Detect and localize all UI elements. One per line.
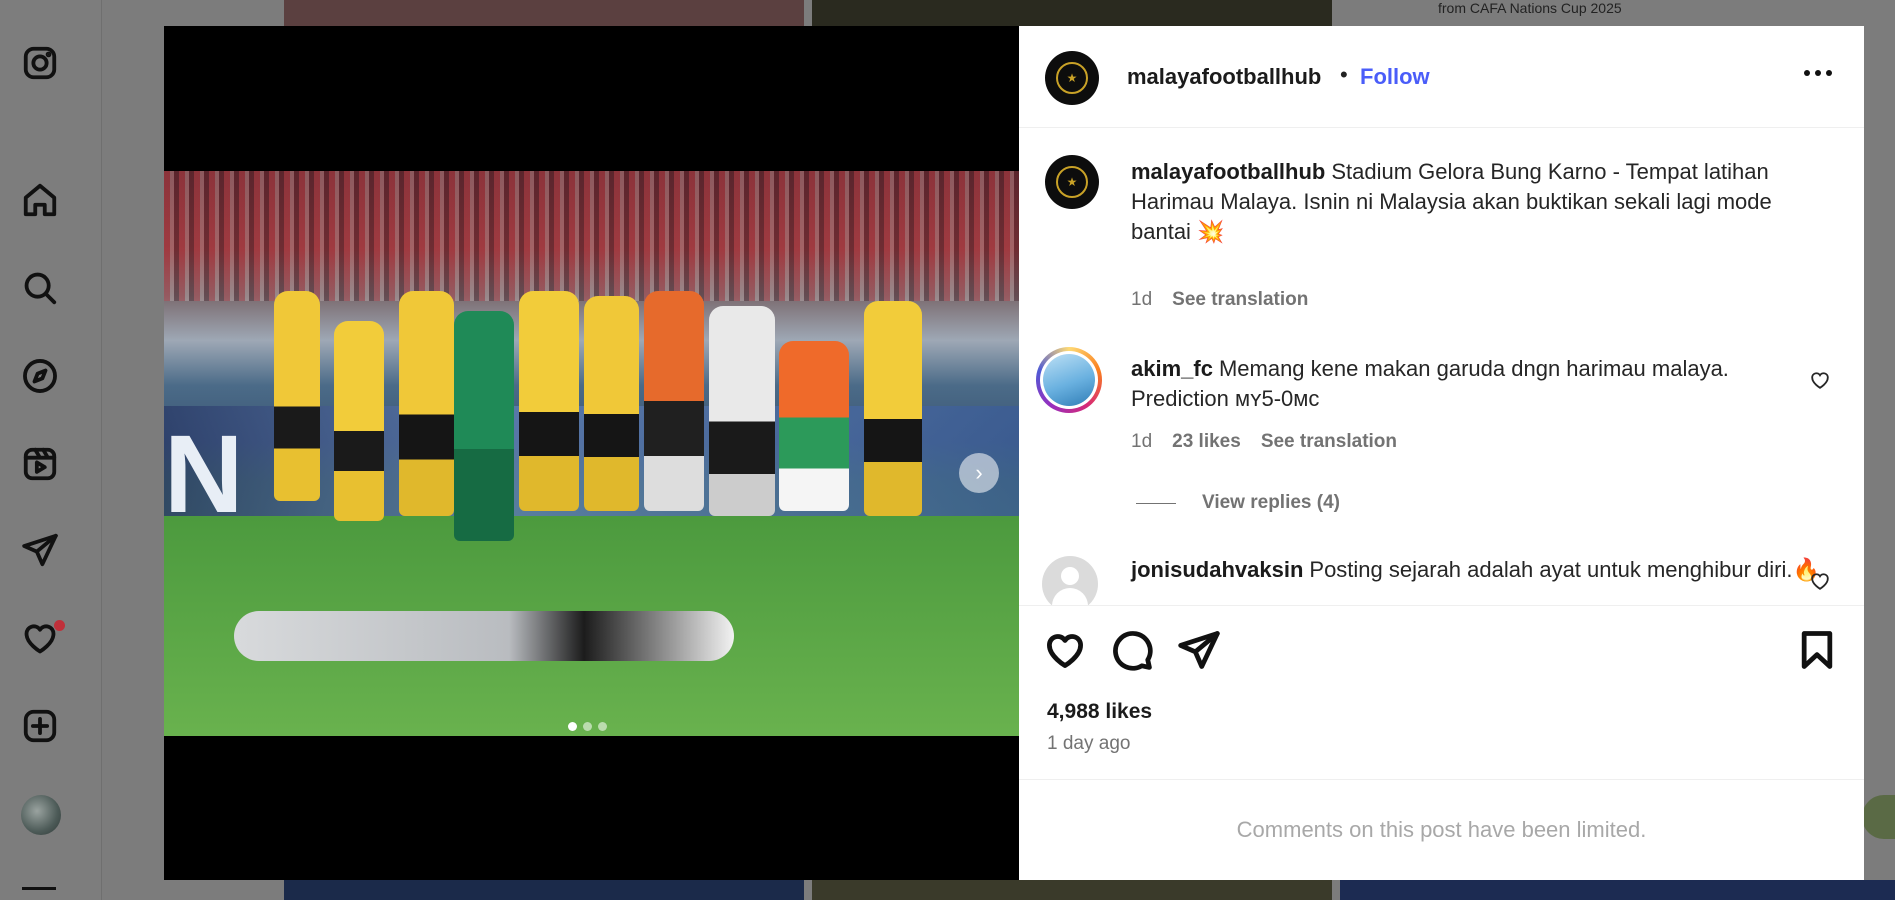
messages-icon[interactable] xyxy=(20,530,60,570)
comments-list: ★ malayafootballhub Stadium Gelora Bung K… xyxy=(1019,129,1864,605)
photo-figure xyxy=(864,301,922,516)
left-nav-rail xyxy=(0,0,102,900)
view-replies-button[interactable]: View replies (4) xyxy=(1136,492,1340,514)
comment-like-icon[interactable] xyxy=(1809,570,1831,592)
caption-avatar[interactable]: ★ xyxy=(1045,155,1099,209)
comment-username[interactable]: akim_fc xyxy=(1131,356,1213,381)
photo-crowd xyxy=(164,171,1019,301)
photo-figure xyxy=(779,341,849,511)
photo-figure xyxy=(454,311,514,541)
comment-text: Memang kene makan garuda dngn harimau ma… xyxy=(1131,356,1729,411)
photo-figure xyxy=(519,291,579,511)
carousel-dot xyxy=(598,722,607,731)
more-options-icon[interactable] xyxy=(1804,70,1832,76)
background-avatar xyxy=(1862,795,1895,839)
replies-divider xyxy=(1136,502,1176,504)
post-photo[interactable]: N › xyxy=(164,171,1019,736)
comment-likes[interactable]: 23 likes xyxy=(1172,431,1241,453)
comments-limited-notice: Comments on this post have been limited. xyxy=(1019,779,1864,880)
photo-figure xyxy=(644,291,704,511)
instagram-icon[interactable] xyxy=(20,43,60,83)
comment-like-icon[interactable] xyxy=(1809,369,1831,391)
carousel-next-button[interactable]: › xyxy=(959,453,999,493)
likes-count[interactable]: 4,988 likes xyxy=(1047,700,1152,724)
caption-time[interactable]: 1d xyxy=(1131,289,1152,311)
background-tile xyxy=(812,0,1332,26)
caption-text-block: malayafootballhub Stadium Gelora Bung Kar… xyxy=(1131,157,1821,247)
post-actions: 4,988 likes 1 day ago xyxy=(1019,605,1864,779)
comment-text-block: jonisudahvaksin Posting sejarah adalah ay… xyxy=(1131,555,1821,585)
header-separator: • xyxy=(1340,62,1348,87)
save-bookmark-icon[interactable] xyxy=(1795,628,1839,672)
comment-see-translation[interactable]: See translation xyxy=(1261,431,1397,453)
comment-avatar[interactable] xyxy=(1036,347,1102,413)
comment-username[interactable]: jonisudahvaksin xyxy=(1131,557,1303,582)
comment-meta: 1d 23 likes See translation xyxy=(1131,431,1397,453)
author-logo-icon: ★ xyxy=(1055,165,1089,199)
photo-figure xyxy=(274,291,320,501)
background-caption: from CAFA Nations Cup 2025 xyxy=(1438,0,1622,16)
comment-avatar-default[interactable] xyxy=(1042,556,1098,605)
comment-text: Posting sejarah adalah ayat untuk menghi… xyxy=(1309,557,1820,582)
carousel-dot xyxy=(568,722,577,731)
photo-figure xyxy=(234,611,734,661)
caption-see-translation[interactable]: See translation xyxy=(1172,289,1308,311)
author-logo-icon: ★ xyxy=(1055,61,1089,95)
comment-text-block: akim_fc Memang kene makan garuda dngn har… xyxy=(1131,354,1821,414)
author-avatar[interactable]: ★ xyxy=(1045,51,1099,105)
notification-dot xyxy=(54,620,65,631)
caption-username[interactable]: malayafootballhub xyxy=(1131,159,1325,184)
more-icon[interactable] xyxy=(22,887,56,890)
post-modal: N › ★ malayafootballhub • Follow ★ malay… xyxy=(164,26,1864,880)
post-header: ★ malayafootballhub • Follow xyxy=(1019,26,1864,128)
carousel-dots xyxy=(568,722,607,731)
post-details-panel: ★ malayafootballhub • Follow ★ malayafoo… xyxy=(1019,26,1864,880)
search-icon[interactable] xyxy=(20,268,60,308)
view-replies-label: View replies (4) xyxy=(1202,492,1340,513)
background-tile xyxy=(284,0,804,26)
background-tile xyxy=(284,880,804,900)
author-username[interactable]: malayafootballhub xyxy=(1127,64,1321,90)
create-icon[interactable] xyxy=(20,706,60,746)
share-icon[interactable] xyxy=(1177,628,1221,672)
explore-icon[interactable] xyxy=(20,356,60,396)
photo-figure xyxy=(709,306,775,516)
background-tile xyxy=(812,880,1332,900)
carousel-dot xyxy=(583,722,592,731)
reels-icon[interactable] xyxy=(20,444,60,484)
comment-time[interactable]: 1d xyxy=(1131,431,1152,453)
like-icon[interactable] xyxy=(1043,628,1087,672)
background-tile xyxy=(1340,880,1895,900)
caption-meta: 1d See translation xyxy=(1131,289,1308,311)
follow-button[interactable]: Follow xyxy=(1360,64,1430,90)
photo-figure xyxy=(584,296,639,511)
home-icon[interactable] xyxy=(20,180,60,220)
photo-figure xyxy=(334,321,384,521)
photo-figure xyxy=(399,291,454,516)
comment-icon[interactable] xyxy=(1110,628,1154,672)
profile-avatar[interactable] xyxy=(21,795,61,835)
post-media: N › xyxy=(164,26,1019,880)
posted-time: 1 day ago xyxy=(1047,733,1131,754)
